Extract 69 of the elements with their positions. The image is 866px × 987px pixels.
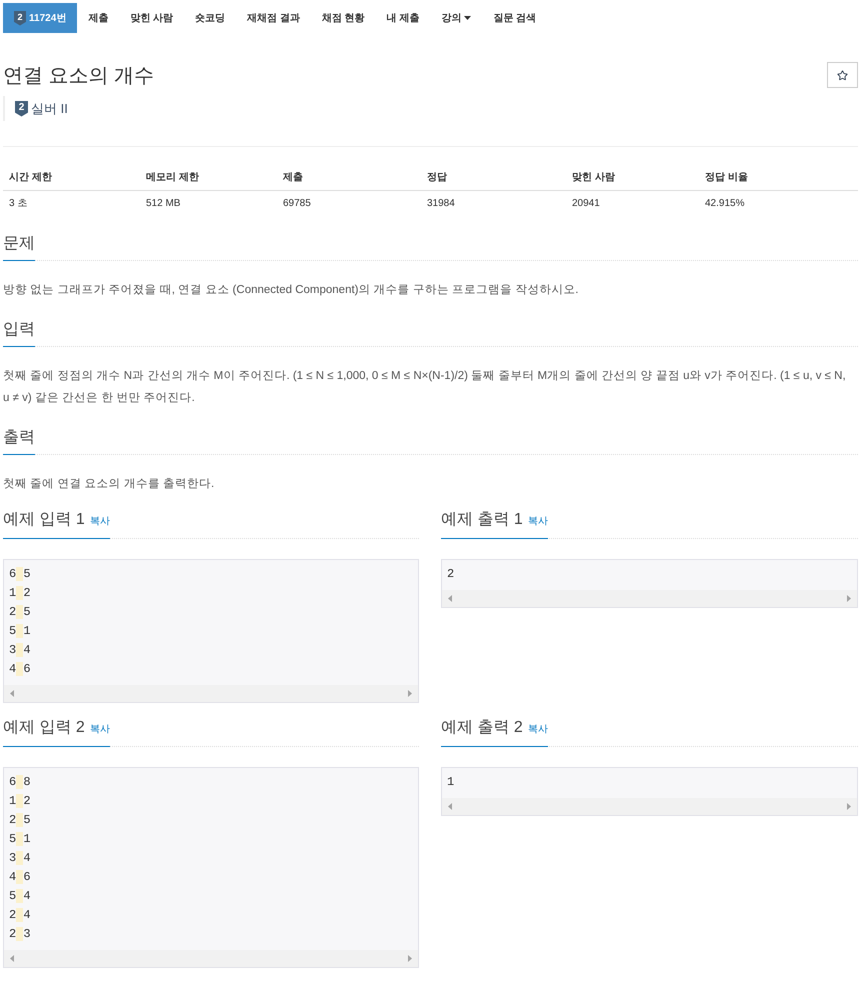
copy-link[interactable]: 복사: [90, 512, 110, 532]
table-cell: 512 MB: [140, 190, 277, 215]
section-heading: 입력: [3, 320, 35, 347]
table-header-cell: 정답 비율: [699, 164, 858, 190]
caret-left-icon[interactable]: [10, 955, 14, 962]
table-cell: 31984: [421, 190, 566, 215]
problem-title: 연결 요소의 개수: [3, 64, 154, 89]
table-cell: 42.915%: [699, 190, 858, 215]
code-line: 6 5: [9, 566, 31, 583]
horizontal-scrollbar[interactable]: [442, 590, 857, 607]
code-line: 2 3: [9, 926, 31, 943]
table-cell: 69785: [277, 190, 421, 215]
nav-tab[interactable]: 숏코딩: [184, 3, 236, 33]
caret-right-icon[interactable]: [847, 803, 851, 810]
table-header-cell: 시간 제한: [3, 164, 140, 190]
horizontal-scrollbar[interactable]: [4, 685, 418, 702]
tier-badge: 2: [14, 10, 26, 26]
table-header-cell: 메모리 제한: [140, 164, 277, 190]
nav-tab[interactable]: 맞힌 사람: [119, 3, 184, 33]
code-line: 2 5: [9, 812, 31, 829]
section-text: 방향 없는 그래프가 주어졌을 때, 연결 요소 (Connected Component)의 개수를 구하는 프로그램을 작성하시오.: [3, 283, 580, 298]
nav-tab[interactable]: 재채점 결과: [236, 3, 311, 33]
copy-link[interactable]: 복사: [528, 720, 548, 740]
table-cell: 20941: [566, 190, 699, 215]
code-line: 1: [447, 774, 454, 791]
tier-label: 실버 II: [31, 100, 68, 118]
section-text: 첫째 줄에 정점의 개수 N과 간선의 개수 M이 주어진다. (1 ≤ N ≤ 1,000, 0 ≤ M ≤ N×(N-1)/2) 둘째 줄부터 M개의 줄에 간선의 양 끝점 u와 v가 주어진다. (1 ≤ u, v ≤ N, u ≠ v) 같은 간선은 한 번만 주어진다.: [3, 369, 847, 406]
caret-left-icon[interactable]: [10, 690, 14, 697]
favorite-button[interactable]: [827, 62, 858, 88]
nav-tab[interactable]: 2 11724번: [3, 3, 78, 33]
code-line: 3 4: [9, 850, 31, 867]
code-line: 4 6: [9, 661, 31, 678]
section-heading: 예제 출력 1: [441, 510, 523, 530]
caret-right-icon[interactable]: [408, 690, 412, 697]
section-text: 첫째 줄에 연결 요소의 개수를 출력한다.: [3, 477, 216, 492]
code-line: 5 4: [9, 888, 31, 905]
section-heading: 출력: [3, 428, 35, 455]
table-header-cell: 맞힌 사람: [566, 164, 699, 190]
code-line: 3 4: [9, 642, 31, 659]
table-cell: 3 초: [3, 190, 140, 215]
section-heading: 예제 출력 2: [441, 718, 523, 738]
copy-link[interactable]: 복사: [90, 720, 110, 740]
code-line: 2 5: [9, 604, 31, 621]
table-header-cell: 제출: [277, 164, 421, 190]
copy-link[interactable]: 복사: [528, 512, 548, 532]
caret-right-icon[interactable]: [847, 595, 851, 602]
nav-tab[interactable]: 채점 현황: [310, 3, 376, 33]
code-line: 1 2: [9, 793, 31, 810]
nav-tab[interactable]: 강의: [430, 3, 482, 33]
horizontal-scrollbar[interactable]: [4, 950, 418, 967]
code-line: 4 6: [9, 869, 31, 886]
nav-tab[interactable]: 제출: [77, 3, 120, 33]
code-line: 6 8: [9, 774, 31, 791]
section-heading: 예제 입력 1: [3, 510, 85, 530]
code-line: 2 4: [9, 907, 31, 924]
code-line: 1 2: [9, 585, 31, 602]
horizontal-scrollbar[interactable]: [442, 798, 857, 815]
section-heading: 예제 입력 2: [3, 718, 85, 738]
code-line: 5 1: [9, 831, 31, 848]
nav-tab[interactable]: 질문 검색: [482, 3, 548, 33]
nav-tab[interactable]: 내 제출: [376, 3, 430, 33]
section-heading: 문제: [3, 234, 35, 261]
caret-right-icon[interactable]: [408, 955, 412, 962]
tier-badge: 2: [15, 100, 28, 116]
code-line: 2: [447, 566, 454, 583]
caret-left-icon[interactable]: [448, 803, 452, 810]
caret-left-icon[interactable]: [448, 595, 452, 602]
table-header-cell: 정답: [421, 164, 566, 190]
code-line: 5 1: [9, 623, 31, 640]
